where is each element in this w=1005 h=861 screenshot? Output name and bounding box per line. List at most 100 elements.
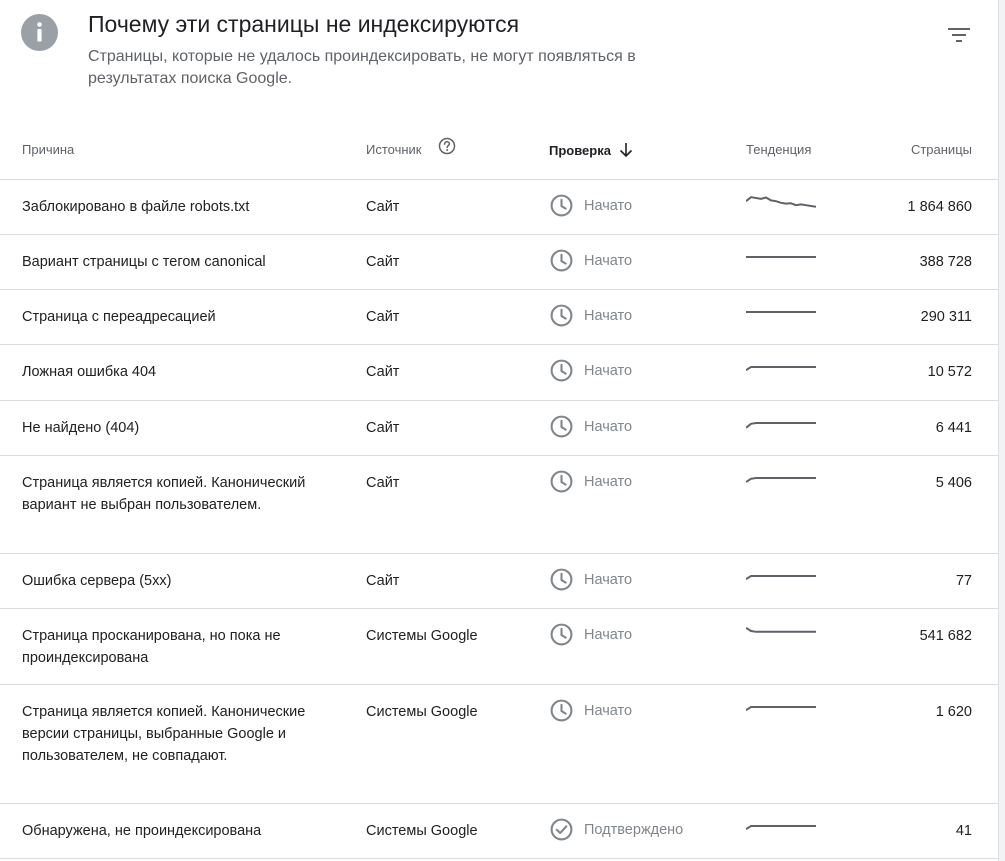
reason-cell: Ошибка сервера (5xx) — [22, 573, 172, 589]
pages-count: 6 441 — [935, 420, 972, 436]
check-cell: Начато — [549, 414, 632, 439]
table-row[interactable]: Ошибка сервера (5xx) Сайт Начато 77 — [0, 554, 999, 609]
source-cell: Сайт — [366, 254, 400, 270]
sparkline-line — [746, 575, 816, 581]
pages-count: 5 406 — [935, 475, 972, 491]
reason-cell: Не найдено (404) — [22, 420, 140, 436]
source-cell: Сайт — [366, 420, 400, 436]
pages-count: 1 620 — [935, 704, 972, 720]
page-title: Почему эти страницы не индексируются — [88, 11, 520, 37]
scrollbar-track[interactable] — [998, 0, 1005, 861]
check-cell: Начато — [549, 358, 632, 383]
check-cell: Подтверждено — [549, 817, 683, 842]
check-status: Подтверждено — [584, 821, 684, 838]
arrow-down-icon — [619, 143, 633, 158]
table-body: Заблокировано в файле robots.txt Сайт Нача… — [0, 180, 999, 859]
clock-icon — [549, 414, 574, 439]
clock-icon — [549, 469, 574, 494]
check-status: Начато — [584, 571, 633, 588]
source-cell: Сайт — [366, 364, 400, 380]
trend-sparkline — [746, 256, 816, 258]
sparkline-line — [746, 422, 816, 429]
column-header-check[interactable]: Проверка — [549, 142, 633, 158]
clock-icon — [549, 698, 574, 723]
sparkline-line — [746, 706, 816, 712]
trend-sparkline — [746, 575, 816, 581]
source-cell: Сайт — [366, 573, 400, 589]
pages-count: 10 572 — [927, 364, 972, 380]
column-header-trend: Тенденция — [746, 142, 812, 157]
pages-count: 41 — [955, 823, 972, 839]
source-cell: Сайт — [366, 475, 400, 491]
filter-icon — [948, 28, 970, 42]
table-row[interactable]: Ложная ошибка 404 Сайт Начато 10 572 — [0, 345, 999, 401]
pages-count: 290 311 — [920, 309, 972, 325]
source-cell: Сайт — [366, 199, 400, 215]
trend-sparkline — [746, 477, 816, 483]
clock-icon — [549, 622, 574, 647]
trend-sparkline — [746, 311, 816, 313]
check-cell: Начато — [549, 622, 632, 647]
table-row[interactable]: Страница просканирована, но пока не прои… — [0, 609, 999, 685]
table-row[interactable]: Страница с переадресацией Сайт Начато 290 3… — [0, 290, 999, 345]
source-cell: Сайт — [366, 309, 400, 325]
clock-icon — [549, 303, 574, 328]
table-row[interactable]: Не найдено (404) Сайт Начато 6 441 — [0, 401, 999, 456]
pages-count: 388 728 — [919, 254, 972, 270]
help-icon[interactable] — [438, 137, 456, 155]
clock-icon — [549, 567, 574, 592]
table-row[interactable]: Страница является копией. Канонический в… — [0, 456, 999, 554]
pages-count: 77 — [955, 573, 972, 589]
column-header-source[interactable]: Источник — [366, 142, 422, 157]
check-cell: Начато — [549, 698, 632, 723]
trend-sparkline — [746, 196, 816, 208]
check-status: Начато — [584, 418, 633, 435]
reason-cell: Ложная ошибка 404 — [22, 364, 157, 380]
sparkline-line — [746, 626, 816, 633]
table-row[interactable]: Обнаружена, не проиндексирована Системы G… — [0, 804, 999, 859]
check-cell: Начато — [549, 193, 632, 218]
table-row[interactable]: Заблокировано в файле robots.txt Сайт Нача… — [0, 180, 999, 235]
reason-cell: Страница просканирована, но пока не прои… — [22, 628, 281, 666]
clock-icon — [549, 248, 574, 273]
trend-sparkline — [746, 366, 816, 372]
page-subtitle: Страницы, которые не удалось проиндексир… — [88, 48, 636, 87]
reason-cell: Вариант страницы с тегом canonical — [22, 254, 266, 270]
pages-count: 1 864 860 — [907, 199, 972, 215]
check-status: Начато — [584, 197, 633, 214]
check-status: Начато — [584, 252, 633, 269]
source-cell: Системы Google — [366, 823, 478, 839]
reason-cell: Заблокировано в файле robots.txt — [22, 199, 250, 215]
check-status: Начато — [584, 473, 633, 490]
pages-count: 541 682 — [919, 628, 972, 644]
table-header: Причина Источник Проверка Тенденция Стра… — [0, 120, 999, 180]
table-row[interactable]: Страница является копией. Канонические в… — [0, 685, 999, 804]
column-header-reason[interactable]: Причина — [22, 142, 74, 157]
column-header-check-label: Проверка — [549, 143, 611, 158]
check-cell: Начато — [549, 248, 632, 273]
trend-sparkline — [746, 422, 816, 429]
table-row[interactable]: Вариант страницы с тегом canonical Сайт На… — [0, 235, 999, 290]
trend-sparkline — [746, 825, 816, 831]
check-cell: Начато — [549, 469, 632, 494]
card-header: Почему эти страницы не индексируются Стр… — [0, 0, 999, 110]
sparkline-line — [746, 366, 816, 372]
check-circle-icon — [549, 817, 574, 842]
source-cell: Системы Google — [366, 628, 478, 644]
column-header-pages[interactable]: Страницы — [911, 142, 972, 157]
info-icon — [21, 14, 58, 51]
reason-cell: Страница является копией. Канонические в… — [22, 704, 306, 764]
reason-cell: Страница с переадресацией — [22, 309, 216, 325]
sparkline-line — [746, 825, 816, 831]
sparkline-line — [746, 477, 816, 483]
check-status: Начато — [584, 362, 633, 379]
check-status: Начато — [584, 626, 633, 643]
check-status: Начато — [584, 307, 633, 324]
reason-cell: Обнаружена, не проиндексирована — [22, 823, 262, 839]
trend-sparkline — [746, 706, 816, 712]
reason-cell: Страница является копией. Канонический в… — [22, 475, 306, 513]
clock-icon — [549, 193, 574, 218]
check-cell: Начато — [549, 567, 632, 592]
sparkline-line — [746, 196, 816, 208]
filter-button[interactable] — [944, 22, 974, 48]
